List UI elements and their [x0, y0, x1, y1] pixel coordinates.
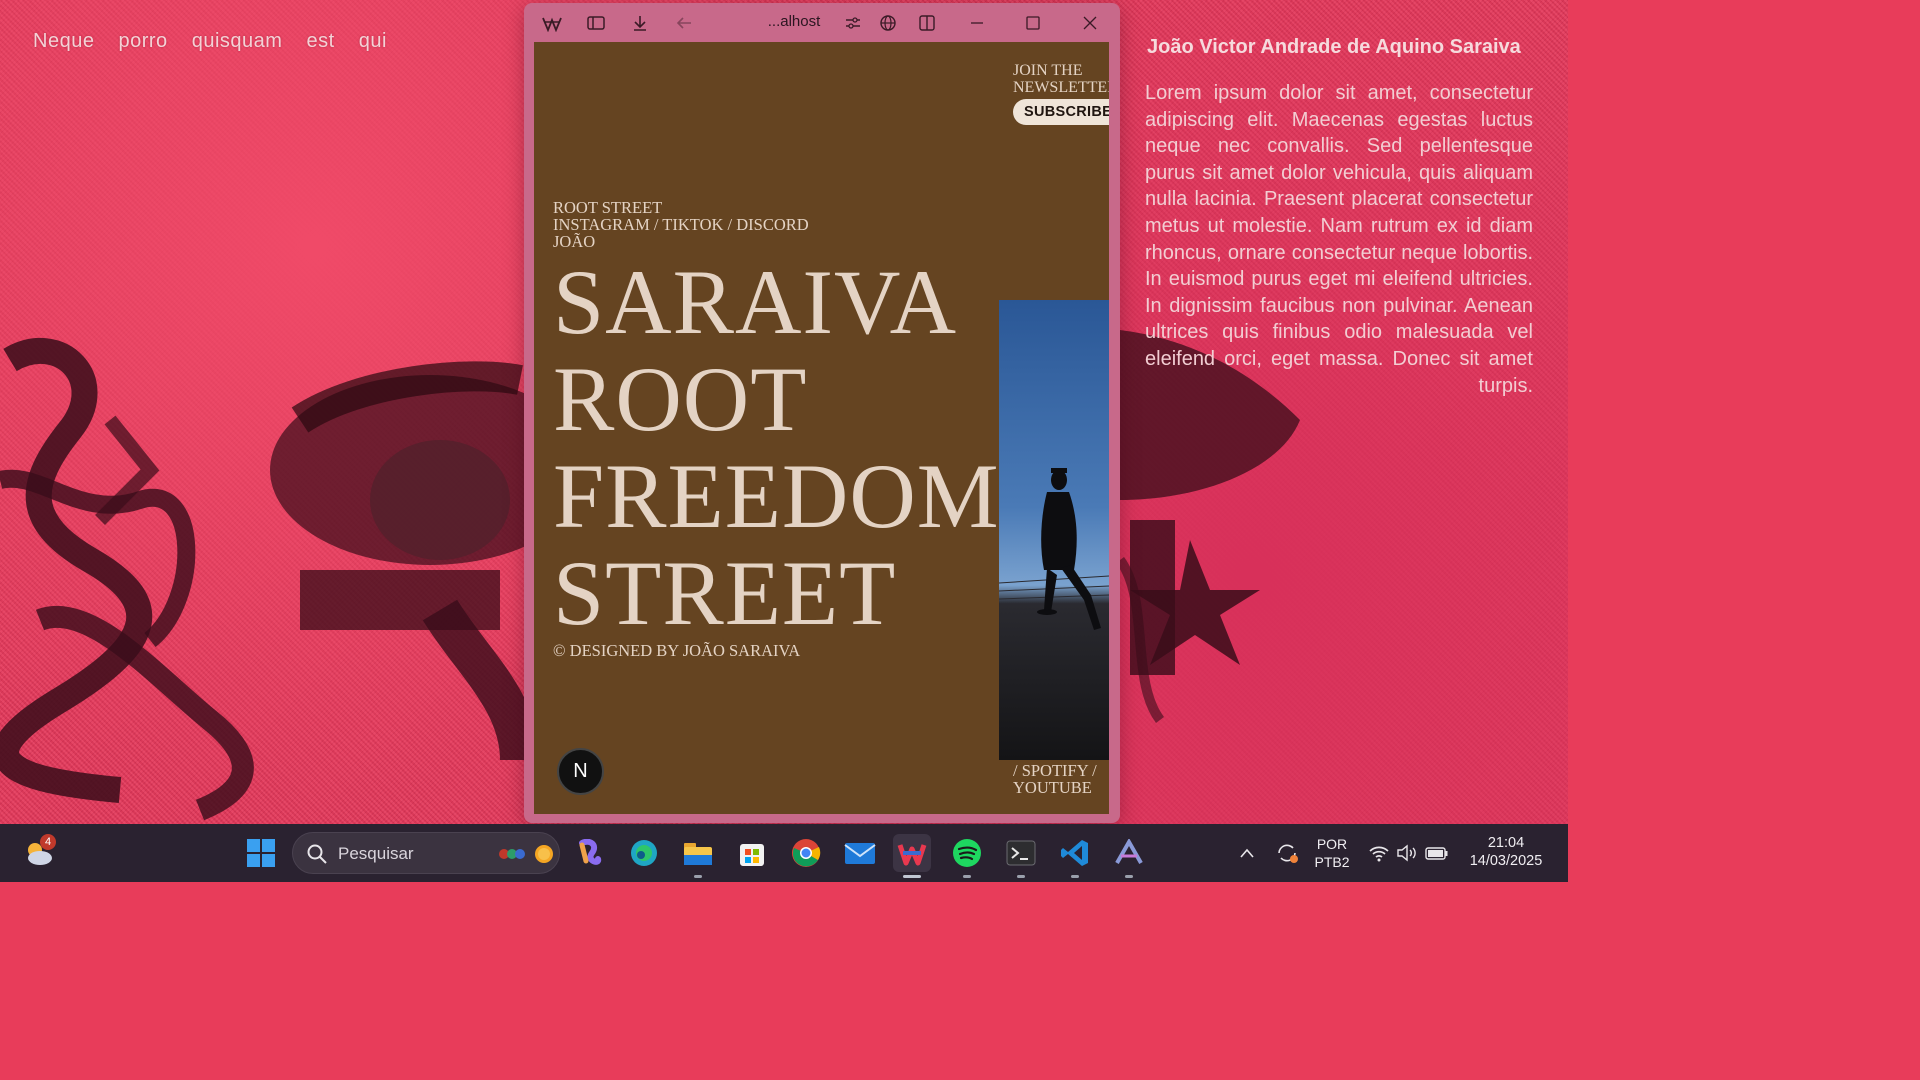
running-indicator: [1071, 875, 1079, 878]
browser-window: ...alhost JOIN THE NEWSLETTER SUBSCRIBE …: [524, 3, 1120, 823]
site-settings-icon[interactable]: [839, 11, 867, 35]
taskbar-search-box[interactable]: Pesquisar: [292, 832, 560, 874]
running-indicator: [963, 875, 971, 878]
split-view-icon[interactable]: [913, 11, 941, 35]
download-icon[interactable]: [626, 11, 654, 35]
social-links: / SPOTIFY / YOUTUBE: [1013, 762, 1097, 796]
nav-social-links[interactable]: INSTAGRAM / TIKTOK / DISCORD: [553, 216, 809, 233]
arc-alt-icon[interactable]: [1110, 834, 1148, 878]
search-placeholder: Pesquisar: [338, 844, 414, 863]
browser-titlebar[interactable]: ...alhost: [524, 3, 1120, 41]
minimize-icon[interactable]: [963, 11, 991, 35]
microsoft-store-icon[interactable]: [733, 834, 771, 872]
maximize-icon[interactable]: [1019, 11, 1047, 35]
newsletter-heading: JOIN THE NEWSLETTER: [1013, 62, 1109, 96]
terminal-icon[interactable]: [1002, 834, 1040, 878]
wallpaper-paragraph-right: Lorem ipsum dolor sit amet, consectetur …: [1145, 82, 1533, 397]
headline-line-4: STREET: [553, 542, 897, 644]
page-nav: ROOT STREET INSTAGRAM / TIKTOK / DISCORD…: [553, 199, 809, 250]
start-windows-icon[interactable]: [242, 834, 280, 872]
nav-root-street-link[interactable]: ROOT STREET: [553, 199, 809, 216]
close-icon[interactable]: [1076, 11, 1104, 35]
file-explorer-icon[interactable]: [679, 834, 717, 878]
tray-chevron-up-icon[interactable]: [1228, 834, 1266, 872]
wallpaper-text-left: Neque porro quisquam est qui: [33, 30, 387, 52]
sync-icon[interactable]: [1268, 834, 1306, 872]
input-language-indicator[interactable]: POR PTB2: [1310, 835, 1354, 871]
edge-browser-icon[interactable]: [625, 834, 663, 872]
clock-time: 21:04: [1487, 835, 1525, 851]
globe-icon[interactable]: [874, 11, 902, 35]
hero-photo: [999, 300, 1109, 760]
search-highlight-icon: [499, 849, 525, 859]
spotify-icon[interactable]: [948, 834, 986, 878]
clock-date: 14/03/2025: [1469, 853, 1543, 869]
search-sun-icon: [535, 845, 553, 863]
back-arrow-icon[interactable]: [670, 11, 698, 35]
newsletter-line-2: NEWSLETTER: [1013, 79, 1109, 96]
search-icon: [307, 844, 327, 864]
browser-logo-icon[interactable]: [538, 11, 566, 35]
copilot-icon[interactable]: [571, 834, 609, 872]
headline-line-1: SARAIVA: [553, 251, 958, 353]
web-page: JOIN THE NEWSLETTER SUBSCRIBE ROOT STREE…: [534, 42, 1109, 814]
youtube-link[interactable]: YOUTUBE: [1013, 779, 1097, 796]
running-indicator: [1125, 875, 1133, 878]
address-bar[interactable]: ...alhost: [744, 13, 844, 33]
nextjs-dev-badge[interactable]: N: [557, 748, 604, 795]
weather-widget-icon[interactable]: 4: [20, 834, 58, 872]
headline-line-3: FREEDOM: [553, 445, 1000, 547]
clock[interactable]: 21:04 14/03/2025: [1462, 834, 1550, 870]
nav-joao-link[interactable]: JOÃO: [553, 233, 809, 250]
subscribe-button[interactable]: SUBSCRIBE: [1013, 99, 1109, 125]
keyboard-layout: PTB2: [1314, 854, 1350, 870]
sidebar-toggle-icon[interactable]: [582, 11, 610, 35]
photo-man-climbing-illustration: [999, 468, 1109, 630]
chrome-icon[interactable]: [787, 834, 825, 872]
running-indicator: [694, 875, 702, 878]
footer-credit: © DESIGNED BY JOÃO SARAIVA: [553, 641, 801, 660]
wallpaper-title-right: João Victor Andrade de Aquino Saraiva: [1147, 36, 1521, 58]
arc-browser-taskbar-icon[interactable]: [893, 834, 931, 878]
headline-line-2: ROOT: [553, 348, 808, 450]
weather-badge: 4: [40, 834, 56, 850]
active-indicator: [903, 875, 921, 878]
language-code: POR: [1316, 836, 1348, 852]
hero-headline: SARAIVA ROOT FREEDOM STREET: [553, 254, 1000, 642]
spotify-link[interactable]: / SPOTIFY /: [1013, 762, 1097, 779]
running-indicator: [1017, 875, 1025, 878]
vscode-icon[interactable]: [1056, 834, 1094, 878]
battery-icon[interactable]: [1418, 834, 1456, 872]
taskbar: 4 Pesquisar POR PTB2 21:04 14/03/2025: [0, 824, 1568, 882]
mail-icon[interactable]: [841, 834, 879, 872]
newsletter-line-1: JOIN THE: [1013, 62, 1083, 79]
